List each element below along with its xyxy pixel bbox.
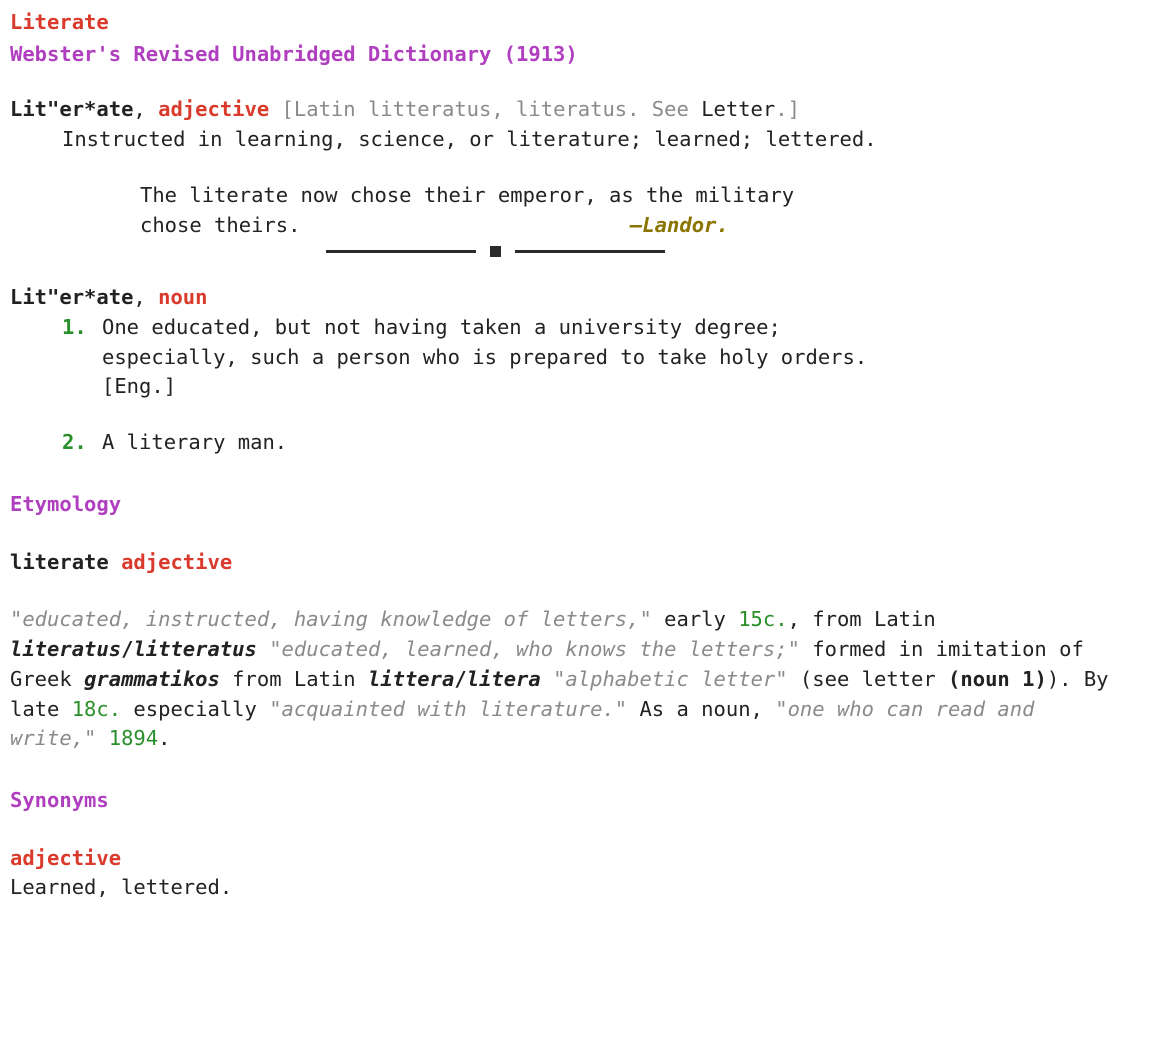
divider-line-left bbox=[326, 250, 476, 253]
gloss: "educated, learned, who knows the letter… bbox=[269, 637, 800, 661]
latin-form: litteratus bbox=[133, 637, 256, 661]
t: (see bbox=[788, 667, 862, 691]
entry-headline: Lit"er*ate, adjective [Latin litteratus,… bbox=[10, 95, 1143, 125]
etymology-headword-line: literate adjective bbox=[10, 548, 1143, 578]
etymology-crossref-link[interactable]: Letter bbox=[701, 97, 775, 121]
greek-form: grammatikos bbox=[84, 667, 220, 691]
synonyms-heading: Synonyms bbox=[10, 786, 1143, 816]
entry-headline: Lit"er*ate, noun bbox=[10, 283, 1143, 313]
sense-text: A literary man. bbox=[102, 430, 287, 454]
entry-word: Literate bbox=[10, 8, 1143, 38]
quotation-attribution: —Landor. bbox=[630, 211, 729, 241]
sp bbox=[109, 550, 121, 574]
synonyms-pos: adjective bbox=[10, 844, 1143, 874]
sp bbox=[541, 667, 553, 691]
sense-number: 2. bbox=[62, 428, 87, 458]
t: . bbox=[158, 726, 170, 750]
sense-item: 2. A literary man. bbox=[62, 428, 882, 458]
etymology-inline: Latin litteratus, literatus. See bbox=[294, 97, 701, 121]
etymology-bracket-close: .] bbox=[775, 97, 800, 121]
t: , from Latin bbox=[788, 607, 936, 631]
slash: / bbox=[121, 637, 133, 661]
date: 15c. bbox=[738, 607, 787, 631]
quotation: The literate now chose their emperor, as… bbox=[10, 181, 850, 240]
t: from Latin bbox=[220, 667, 368, 691]
divider-line-right bbox=[515, 250, 665, 253]
latin-form: litera bbox=[467, 667, 541, 691]
latin-form: littera bbox=[368, 667, 454, 691]
crossref-link[interactable]: letter bbox=[862, 667, 936, 691]
sp bbox=[269, 97, 281, 121]
definition-text: Instructed in learning, science, or lite… bbox=[10, 125, 882, 155]
sense-text: One educated, but not having taken a uni… bbox=[102, 315, 867, 398]
entry-adjective: Lit"er*ate, adjective [Latin litteratus,… bbox=[10, 95, 1143, 257]
etymology-headword: literate bbox=[10, 550, 109, 574]
divider-square-icon bbox=[490, 246, 501, 257]
date: 18c. bbox=[72, 697, 121, 721]
sp bbox=[96, 726, 108, 750]
part-of-speech: noun bbox=[158, 285, 207, 309]
t: early bbox=[652, 607, 738, 631]
headword: Lit"er*ate bbox=[10, 285, 133, 309]
etymology-pos: adjective bbox=[121, 550, 232, 574]
gloss: "alphabetic letter" bbox=[553, 667, 788, 691]
latin-form: literatus bbox=[10, 637, 121, 661]
em-dash: — bbox=[630, 213, 642, 237]
synonyms-list: Learned, lettered. bbox=[10, 873, 1143, 903]
sense-item: 1. One educated, but not having taken a … bbox=[62, 313, 882, 402]
t: As a noun, bbox=[627, 697, 775, 721]
t: especially bbox=[121, 697, 269, 721]
sense-list: 1. One educated, but not having taken a … bbox=[10, 313, 882, 458]
headword: Lit"er*ate bbox=[10, 97, 133, 121]
crossref-qualifier: (noun 1) bbox=[936, 667, 1047, 691]
gloss: "educated, instructed, having knowledge … bbox=[10, 607, 652, 631]
sep: , bbox=[133, 285, 158, 309]
author-name: Landor. bbox=[642, 213, 728, 237]
entry-noun: Lit"er*ate, noun 1. One educated, but no… bbox=[10, 283, 1143, 458]
gloss: "acquainted with literature." bbox=[269, 697, 627, 721]
dictionary-source: Webster's Revised Unabridged Dictionary … bbox=[10, 40, 1143, 70]
etymology-body: "educated, instructed, having knowledge … bbox=[10, 605, 1120, 754]
etymology-bracket-open: [ bbox=[282, 97, 294, 121]
sep: , bbox=[133, 97, 158, 121]
etymology-heading: Etymology bbox=[10, 490, 1143, 520]
sense-number: 1. bbox=[62, 313, 87, 343]
slash: / bbox=[454, 667, 466, 691]
part-of-speech: adjective bbox=[158, 97, 269, 121]
date: 1894 bbox=[109, 726, 158, 750]
sp bbox=[257, 637, 269, 661]
divider-ornament bbox=[10, 246, 850, 257]
